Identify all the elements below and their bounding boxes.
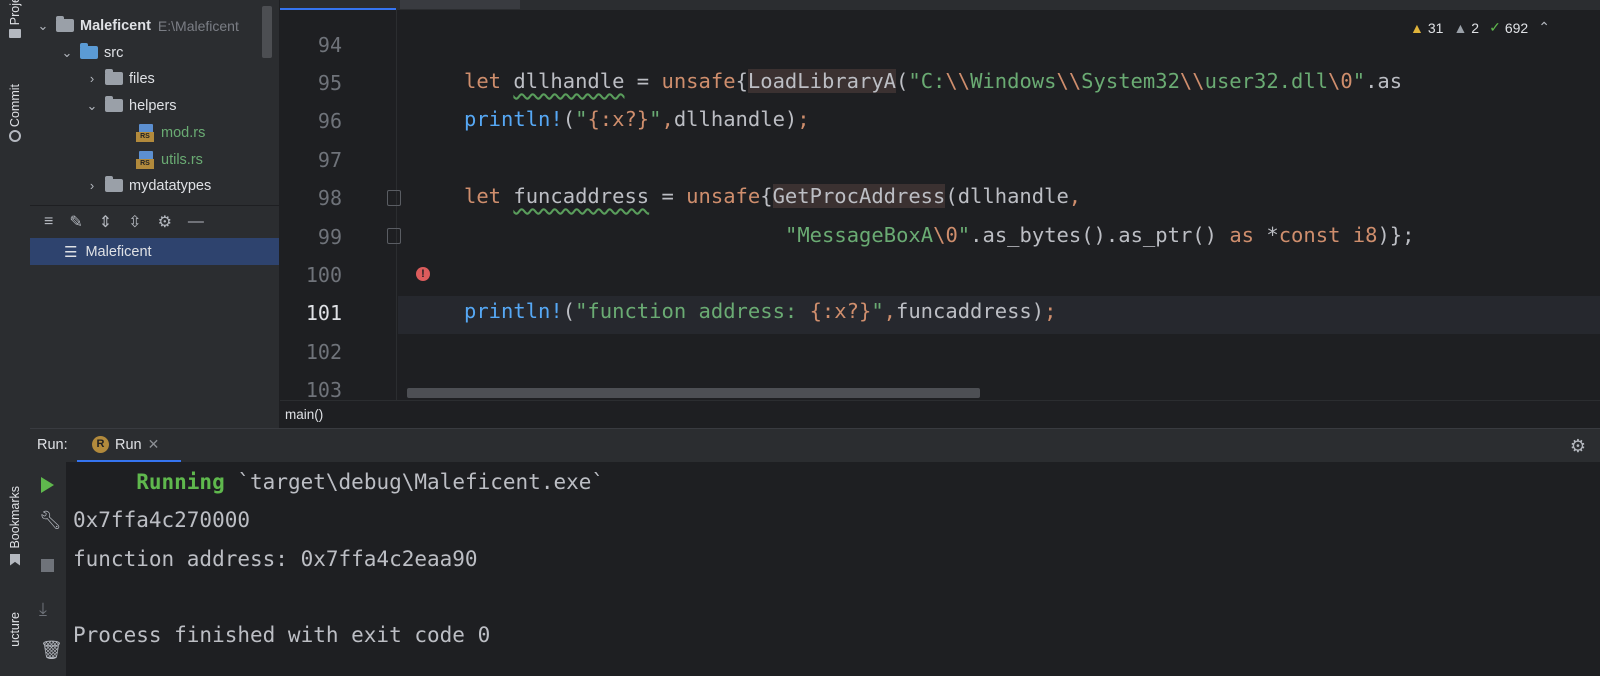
scroll-to-end-icon[interactable]: ⤓ bbox=[39, 599, 47, 620]
console-line: Process finished with exit code 0 bbox=[73, 623, 491, 647]
collapse-all-icon[interactable]: ⇳ bbox=[128, 212, 141, 232]
tree-label: helpers bbox=[129, 97, 177, 114]
code-line-95: let dllhandle = unsafe{LoadLibraryA("C:\… bbox=[464, 69, 1403, 93]
commit-tool-tab[interactable]: Commit bbox=[0, 84, 30, 164]
run-tab[interactable]: R Run ✕ bbox=[77, 429, 181, 463]
folder-icon bbox=[105, 96, 123, 112]
line-number: 97 bbox=[317, 148, 342, 172]
warning-icon: ▲ bbox=[1410, 19, 1424, 36]
console-line: Running `target\debug\Maleficent.exe` bbox=[136, 470, 605, 494]
code-line-101: println!("function address: {:x?}",funca… bbox=[464, 299, 1057, 323]
tree-row-src[interactable]: ⌄ src bbox=[30, 39, 279, 66]
console-output[interactable]: Running `target\debug\Maleficent.exe` 0x… bbox=[66, 462, 1600, 676]
structure-toolbar: ≡ ✎ ⇕ ⇳ ⚙ — bbox=[30, 205, 279, 237]
run-tab-label: Run bbox=[115, 436, 142, 453]
structure-item-label: Maleficent bbox=[85, 243, 152, 260]
sort-icon[interactable]: ≡ bbox=[44, 213, 53, 231]
folder-icon bbox=[56, 16, 74, 32]
chevron-down-icon[interactable]: ⌄ bbox=[60, 45, 74, 61]
rerun-icon[interactable] bbox=[41, 477, 54, 493]
rust-file-icon: RS bbox=[136, 150, 156, 169]
structure-tab-label: ucture bbox=[8, 612, 22, 647]
bookmark-icon bbox=[10, 553, 20, 566]
trash-icon[interactable]: 🗑︎ bbox=[40, 640, 63, 661]
structure-item[interactable]: ☰ Maleficent bbox=[30, 238, 279, 265]
folder-icon bbox=[105, 176, 123, 192]
check-icon: ✓ bbox=[1489, 19, 1501, 35]
fold-end-icon[interactable] bbox=[387, 228, 401, 244]
minimize-icon[interactable]: — bbox=[188, 213, 204, 231]
structure-tool-tab[interactable]: ucture bbox=[0, 612, 30, 676]
tree-label: mod.rs bbox=[161, 124, 206, 141]
bookmarks-tool-tab[interactable]: Bookmarks bbox=[0, 486, 30, 590]
code-line-99: "MessageBoxA\0".as_bytes().as_ptr() as *… bbox=[785, 223, 1415, 247]
breadcrumb-item[interactable]: main() bbox=[285, 407, 323, 422]
weak-warning-icon: ▲ bbox=[1453, 19, 1468, 36]
code-line-96: println!("{:x?}",dllhandle); bbox=[464, 107, 810, 131]
line-number: 95 bbox=[317, 71, 342, 95]
tree-row-utils-rs[interactable]: RS utils.rs bbox=[30, 146, 279, 173]
commit-icon bbox=[9, 130, 21, 143]
breadcrumb[interactable]: main() bbox=[280, 400, 1600, 428]
weak-warning-count: 2 bbox=[1471, 19, 1480, 36]
run-label: Run: bbox=[37, 437, 68, 453]
project-tool-tab[interactable]: Proje bbox=[0, 0, 30, 60]
rust-run-icon: R bbox=[92, 436, 109, 453]
tree-label: src bbox=[104, 44, 124, 61]
fold-start-icon[interactable] bbox=[387, 190, 401, 206]
chevron-right-icon[interactable]: › bbox=[85, 71, 99, 86]
tree-row-helpers[interactable]: ⌄ helpers bbox=[30, 92, 279, 119]
tree-label: mydatatypes bbox=[129, 177, 212, 194]
editor-tab-active[interactable] bbox=[400, 0, 520, 9]
line-number: 102 bbox=[305, 340, 342, 364]
tree-label: utils.rs bbox=[161, 151, 203, 168]
editor-horizontal-scrollbar[interactable] bbox=[407, 388, 980, 398]
tree-label: Maleficent bbox=[80, 17, 151, 34]
run-toolbar: 🔧︎ ⤓ 🗑︎ bbox=[30, 462, 66, 676]
chevron-up-icon[interactable]: ⌃ bbox=[1538, 19, 1550, 36]
folder-icon bbox=[105, 69, 123, 85]
tool-window-strip: Proje Commit Bookmarks ucture bbox=[0, 0, 31, 676]
tree-label: files bbox=[129, 70, 155, 87]
ok-count: 692 bbox=[1504, 19, 1529, 36]
line-number: 103 bbox=[305, 378, 342, 400]
line-number: 94 bbox=[317, 33, 342, 57]
wrench-icon[interactable]: 🔧︎ bbox=[39, 510, 62, 531]
folder-icon bbox=[9, 29, 21, 39]
inspection-widget[interactable]: ▲ 31 ▲ 2 ✓ 692 ⌃ bbox=[1410, 19, 1550, 36]
error-marker-icon[interactable]: ! bbox=[416, 267, 430, 281]
source-folder-icon bbox=[80, 43, 98, 59]
chevron-right-icon[interactable]: › bbox=[85, 178, 99, 193]
list-icon: ☰ bbox=[64, 243, 78, 261]
commit-tab-label: Commit bbox=[8, 84, 22, 128]
stop-icon[interactable] bbox=[41, 559, 54, 572]
line-number: 96 bbox=[317, 109, 342, 133]
line-number: 98 bbox=[317, 186, 342, 210]
rust-file-icon: RS bbox=[136, 123, 156, 142]
chevron-down-icon[interactable]: ⌄ bbox=[36, 18, 50, 34]
tree-row-mod-rs[interactable]: RS mod.rs bbox=[30, 119, 279, 146]
tree-row-maleficent[interactable]: ⌄ Maleficent E:\Maleficent bbox=[30, 12, 279, 39]
warning-count: 31 bbox=[1427, 19, 1444, 36]
project-tab-label: Proje bbox=[8, 0, 22, 26]
line-number-current: 101 bbox=[305, 301, 342, 325]
expand-all-icon[interactable]: ⇕ bbox=[99, 212, 112, 232]
edit-icon[interactable]: ✎ bbox=[69, 212, 82, 232]
chevron-down-icon[interactable]: ⌄ bbox=[85, 98, 99, 114]
gear-icon[interactable]: ⚙ bbox=[1570, 436, 1586, 457]
tree-row-mydatatypes[interactable]: › mydatatypes bbox=[30, 172, 279, 199]
run-panel-header: Run: R Run ✕ ⚙ bbox=[30, 428, 1600, 464]
code-line-98: let funcaddress = unsafe{GetProcAddress(… bbox=[464, 184, 1082, 208]
project-scrollbar[interactable] bbox=[262, 6, 272, 58]
gear-icon[interactable]: ⚙ bbox=[158, 212, 172, 232]
console-line: function address: 0x7ffa4c2eaa90 bbox=[73, 547, 478, 571]
line-number: 100 bbox=[305, 263, 342, 287]
tree-row-files[interactable]: › files bbox=[30, 65, 279, 92]
console-line: 0x7ffa4c270000 bbox=[73, 508, 251, 532]
code-editor[interactable]: 94 95 96 97 98 99 100 101 102 103 ! let … bbox=[280, 10, 1600, 400]
close-icon[interactable]: ✕ bbox=[148, 436, 160, 453]
tree-path: E:\Maleficent bbox=[157, 17, 239, 34]
bookmarks-tab-label: Bookmarks bbox=[8, 486, 22, 549]
line-number: 99 bbox=[317, 225, 342, 249]
